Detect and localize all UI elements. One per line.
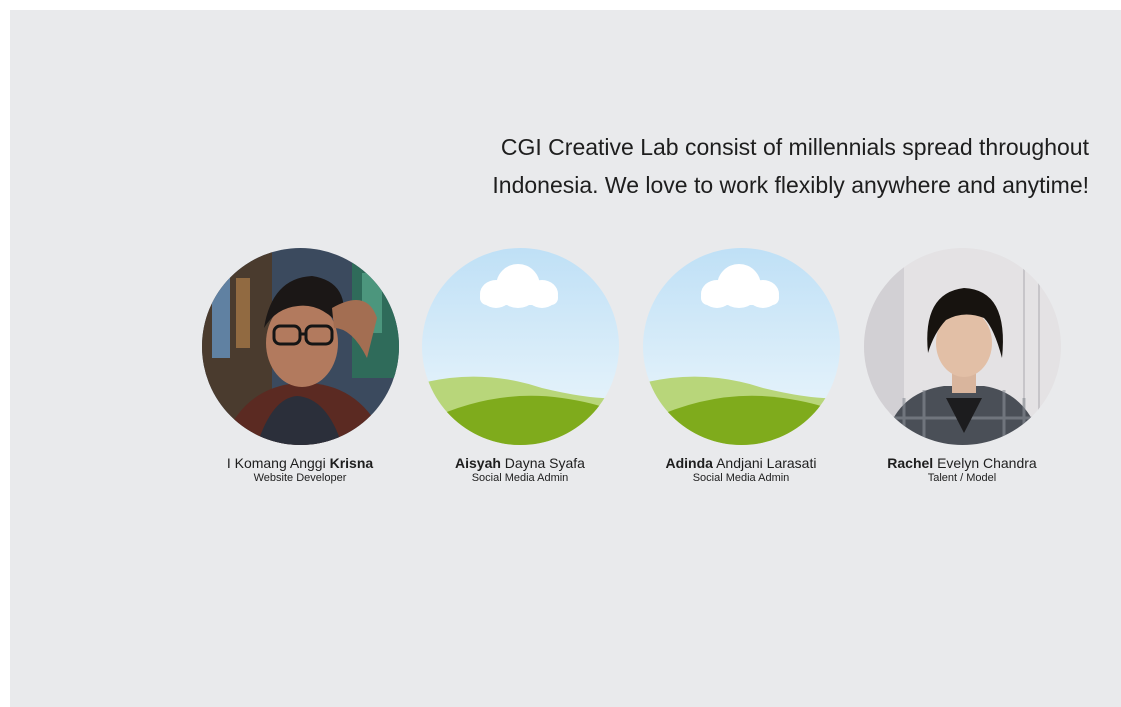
name-regular-2: Andjani Larasati xyxy=(712,455,817,471)
team-member-adinda: Adinda Andjani Larasati Social Media Adm… xyxy=(631,248,851,484)
placeholder-landscape-icon xyxy=(421,248,619,445)
member-name: Aisyah Dayna Syafa xyxy=(410,455,630,471)
name-regular: I Komang Anggi xyxy=(226,455,330,471)
member-photo xyxy=(863,248,1061,445)
member-photo xyxy=(421,248,619,445)
name-regular-2: Dayna Syafa xyxy=(500,455,585,471)
member-role: Talent / Model xyxy=(927,472,997,484)
photo-man-glasses-icon xyxy=(201,248,399,445)
member-photo xyxy=(642,248,840,445)
name-bold: Krisna xyxy=(329,455,374,471)
photo-woman-plaid-icon xyxy=(863,248,1061,445)
name-bold: Adinda xyxy=(665,455,713,471)
member-role: Social Media Admin xyxy=(692,472,790,484)
member-role: Website Developer xyxy=(253,472,347,484)
intro-line-2: Indonesia. We love to work flexibly anyw… xyxy=(492,172,1089,198)
name-bold: Aisyah xyxy=(455,455,501,471)
member-name: Rachel Evelyn Chandra xyxy=(852,455,1072,471)
member-name: Adinda Andjani Larasati xyxy=(631,455,851,471)
team-member-aisyah: Aisyah Dayna Syafa Social Media Admin xyxy=(410,248,630,484)
name-regular-2: Evelyn Chandra xyxy=(933,455,1037,471)
team-slide: CGI Creative Lab consist of millennials … xyxy=(10,10,1121,707)
team-member-krisna: I Komang Anggi Krisna Website Developer xyxy=(190,248,410,484)
intro-line-1: CGI Creative Lab consist of millennials … xyxy=(500,134,1089,160)
member-role: Social Media Admin xyxy=(471,472,569,484)
intro-text: CGI Creative Lab consist of millennials … xyxy=(389,128,1089,204)
member-name: I Komang Anggi Krisna xyxy=(190,455,410,471)
name-bold: Rachel xyxy=(887,455,934,471)
team-member-rachel: Rachel Evelyn Chandra Talent / Model xyxy=(852,248,1072,484)
placeholder-landscape-icon xyxy=(642,248,840,445)
member-photo xyxy=(201,248,399,445)
